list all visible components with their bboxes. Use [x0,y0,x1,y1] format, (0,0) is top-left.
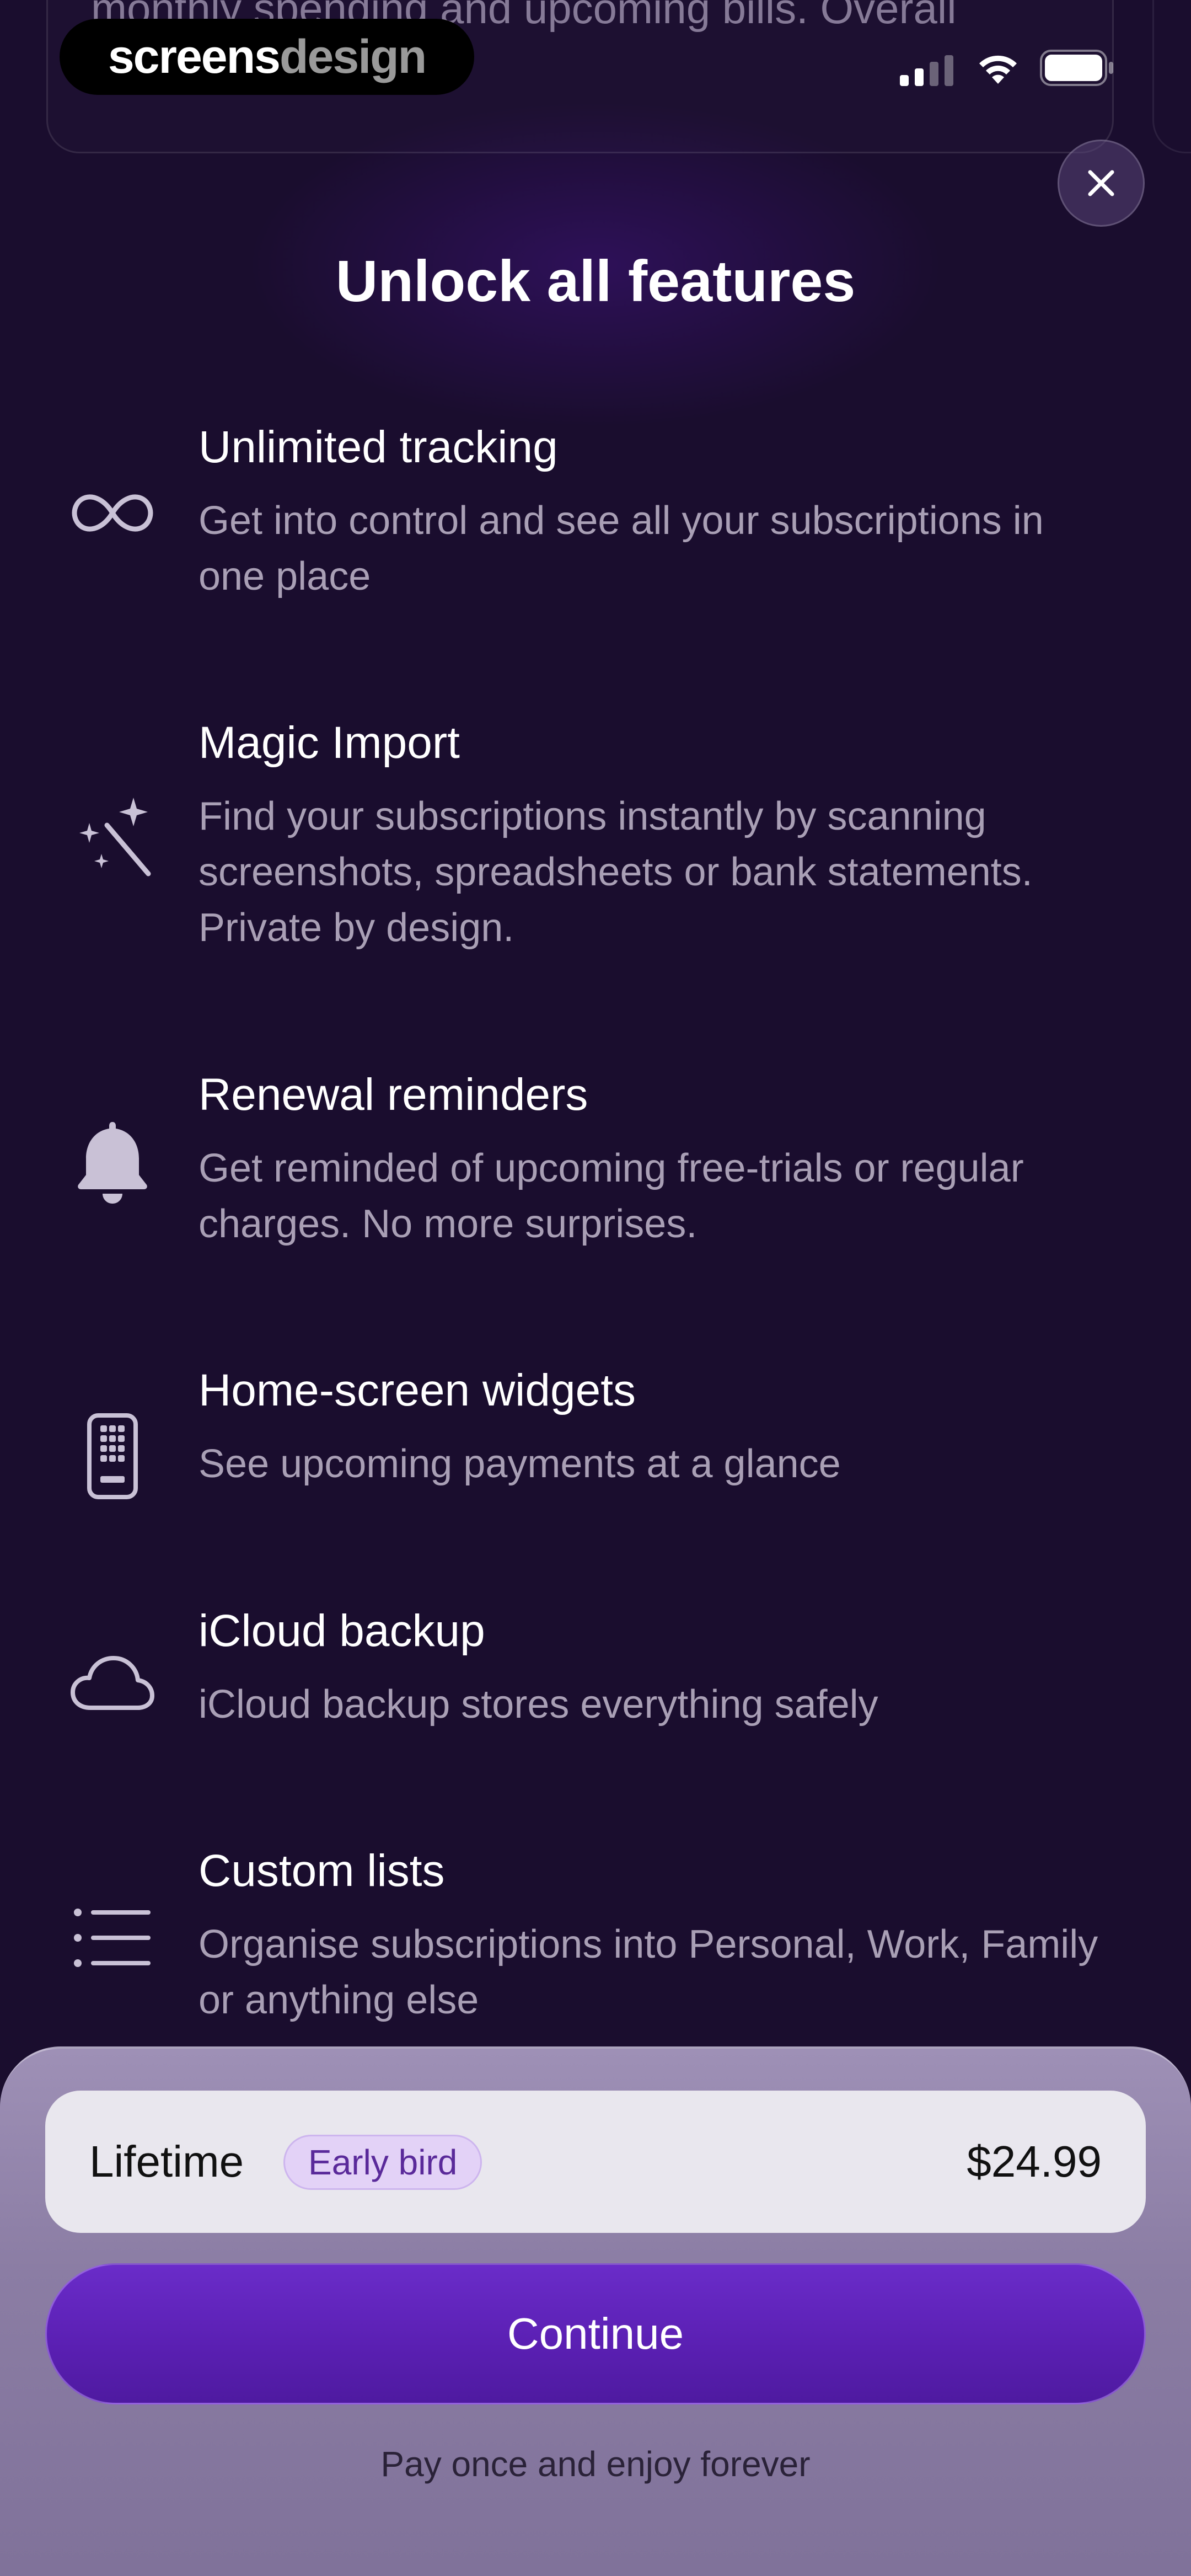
background-card-edge [1152,0,1191,153]
close-icon [1088,170,1114,196]
bell-icon [65,1114,160,1209]
feature-description: Find your subscriptions instantly by sca… [198,794,1033,950]
watermark-part-screens: screens [108,30,281,83]
page-title: Unlock all features [335,249,856,314]
feature-title: Unlimited tracking [198,422,558,472]
plan-name: Lifetime [89,2137,244,2186]
battery-icon [1040,50,1113,86]
plan-price: $24.99 [967,2137,1102,2186]
wifi-icon [979,55,1017,84]
cellular-signal-icon [900,55,953,86]
plan-option-lifetime[interactable]: Lifetime Early bird $24.99 [45,2091,1146,2233]
feature-title: Renewal reminders [198,1070,588,1120]
early-bird-badge: Early bird [283,2135,482,2190]
infinity-icon [65,466,160,560]
feature-title: Magic Import [198,718,460,768]
paywall-screen: monthly spending and upcoming bills. Ove… [0,0,1191,2576]
feature-title: Custom lists [198,1846,445,1896]
list-icon [65,1890,160,1985]
cloud-icon [65,1636,160,1731]
footer-note: Pay once and enjoy forever [380,2444,811,2484]
magic-wand-icon [65,789,160,884]
feature-description: Get reminded of upcoming free-trials or … [198,1146,1024,1246]
feature-description: Organise subscriptions into Personal, Wo… [198,1922,1098,2022]
feature-description: Get into control and see all your subscr… [198,499,1044,598]
feature-description: See upcoming payments at a glance [198,1442,841,1486]
feature-description: iCloud backup stores everything safely [198,1682,878,1727]
watermark-logo: screens design [60,19,474,95]
close-button[interactable] [1058,140,1145,227]
watermark-part-design: design [280,30,427,83]
phone-widget-icon [65,1409,160,1504]
feature-title: iCloud backup [198,1606,485,1656]
feature-title: Home-screen widgets [198,1365,636,1415]
continue-button[interactable]: Continue [45,2263,1146,2404]
